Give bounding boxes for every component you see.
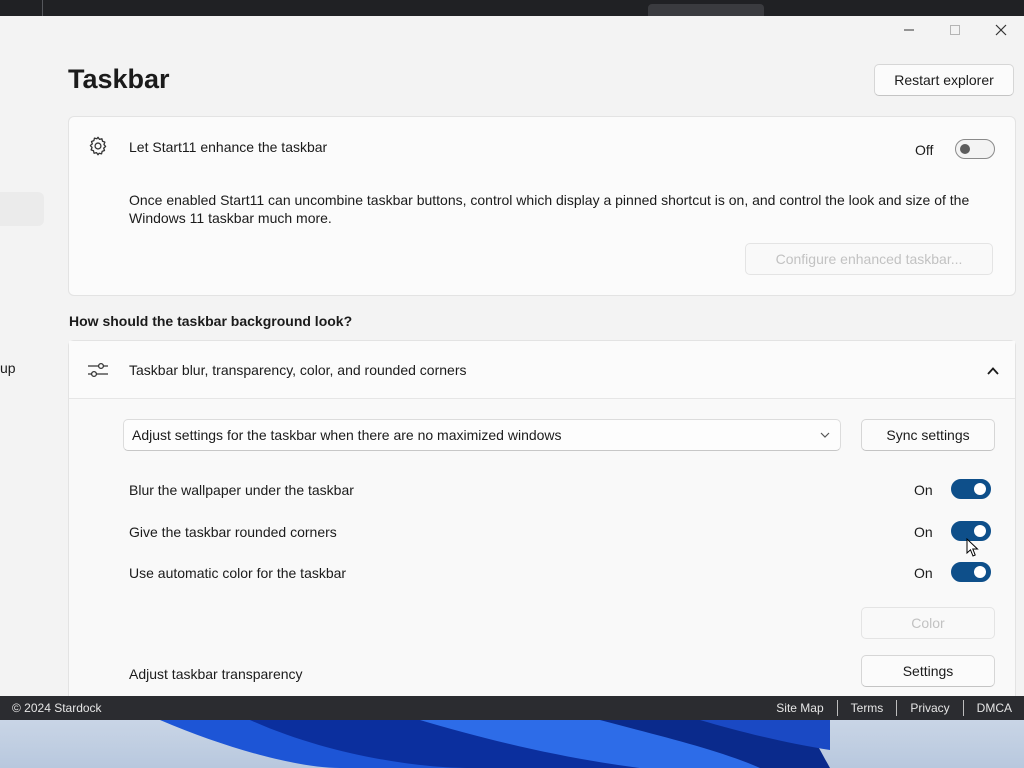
- minimize-icon: [904, 29, 914, 31]
- blur-wallpaper-toggle[interactable]: [951, 479, 991, 499]
- taskbar-background-card: Taskbar blur, transparency, color, and r…: [68, 340, 1016, 696]
- sync-settings-button[interactable]: Sync settings: [861, 419, 995, 451]
- toggle-knob: [974, 566, 986, 578]
- maximize-icon: [950, 25, 960, 35]
- background-section-title: How should the taskbar background look?: [69, 313, 353, 329]
- gear-icon: [87, 135, 109, 157]
- automatic-color-label: Use automatic color for the taskbar: [129, 565, 347, 581]
- browser-tab-fragment: [648, 4, 764, 16]
- footer-link-privacy[interactable]: Privacy: [897, 701, 962, 715]
- footer-copyright: © 2024 Stardock: [12, 701, 102, 715]
- dropdown-selected-value: Adjust settings for the taskbar when the…: [132, 427, 562, 443]
- restart-explorer-button[interactable]: Restart explorer: [874, 64, 1014, 96]
- mouse-cursor-icon: [966, 538, 979, 557]
- background-expander-content: Adjust settings for the taskbar when the…: [69, 399, 1015, 696]
- wallpaper-bloom-image: [160, 720, 830, 768]
- rounded-toggle-state: On: [914, 524, 933, 540]
- toggle-knob: [974, 483, 986, 495]
- enhance-toggle-state: Off: [915, 142, 934, 158]
- footer-link-site-map[interactable]: Site Map: [763, 701, 836, 715]
- sidebar-item-label[interactable]: up: [0, 360, 16, 376]
- enhance-description: Once enabled Start11 can uncombine taskb…: [129, 192, 970, 226]
- blur-wallpaper-label: Blur the wallpaper under the taskbar: [129, 482, 354, 498]
- close-button[interactable]: [978, 16, 1024, 44]
- toggle-knob: [974, 525, 986, 537]
- background-expander-label: Taskbar blur, transparency, color, and r…: [129, 362, 467, 378]
- sliders-icon: [87, 359, 109, 381]
- window-state-dropdown[interactable]: Adjust settings for the taskbar when the…: [123, 419, 841, 451]
- maximize-button[interactable]: [932, 16, 978, 44]
- color-button[interactable]: Color: [861, 607, 995, 639]
- color-toggle-state: On: [914, 565, 933, 581]
- close-icon: [995, 24, 1007, 36]
- chevron-down-icon: [820, 432, 830, 438]
- chevron-up-icon[interactable]: [985, 363, 1001, 379]
- configure-enhanced-taskbar-button[interactable]: Configure enhanced taskbar...: [745, 243, 993, 275]
- enhance-taskbar-label: Let Start11 enhance the taskbar: [129, 139, 328, 155]
- toggle-knob: [960, 144, 970, 154]
- footer-links: Site Map Terms Privacy DMCA: [763, 696, 1012, 720]
- enhance-taskbar-card: Let Start11 enhance the taskbar Off Once…: [68, 116, 1016, 296]
- minimize-button[interactable]: [886, 16, 932, 44]
- background-expander-header[interactable]: Taskbar blur, transparency, color, and r…: [69, 341, 1015, 399]
- footer-link-terms[interactable]: Terms: [838, 701, 897, 715]
- transparency-label: Adjust taskbar transparency: [129, 666, 303, 682]
- top-strip-divider: [42, 0, 43, 16]
- browser-top-strip: [0, 0, 1024, 16]
- blur-toggle-state: On: [914, 482, 933, 498]
- desktop-wallpaper: [0, 720, 1024, 768]
- rounded-corners-label: Give the taskbar rounded corners: [129, 524, 337, 540]
- enhance-taskbar-toggle[interactable]: [955, 139, 995, 159]
- footer-link-dmca[interactable]: DMCA: [964, 701, 1012, 715]
- site-footer: © 2024 Stardock Site Map Terms Privacy D…: [0, 696, 1024, 720]
- automatic-color-toggle[interactable]: [951, 562, 991, 582]
- settings-window: up Taskbar Restart explorer Let Start11 …: [0, 16, 1024, 696]
- page-title: Taskbar: [68, 64, 170, 94]
- sidebar-selected-item[interactable]: [0, 192, 44, 226]
- transparency-settings-button[interactable]: Settings: [861, 655, 995, 687]
- window-controls: [886, 16, 1024, 44]
